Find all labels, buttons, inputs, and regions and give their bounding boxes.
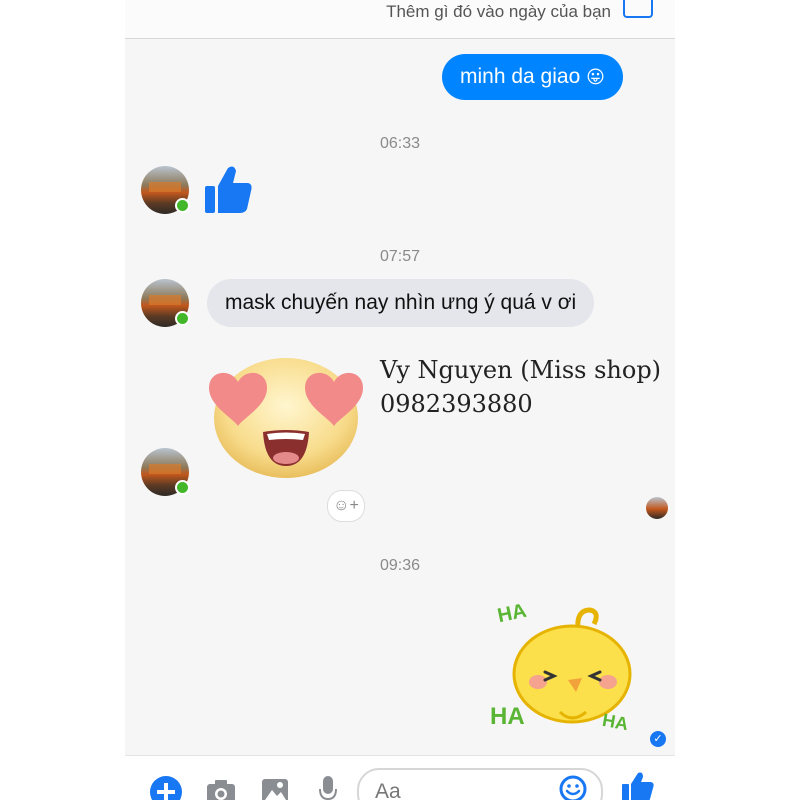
watermark-name: Vy Nguyen (Miss shop): [380, 356, 662, 384]
online-indicator: [175, 198, 190, 213]
online-indicator: [175, 480, 190, 495]
timestamp: 09:36: [379, 557, 421, 574]
emoji-plus-icon: ☺+: [333, 497, 359, 514]
watermark-phone: 0982393880: [380, 390, 533, 418]
avatar[interactable]: [141, 279, 190, 327]
sticker-ha-top: HA: [496, 600, 529, 628]
emoji-icon[interactable]: [559, 775, 587, 800]
avatar[interactable]: [141, 166, 190, 214]
status-prompt[interactable]: Thêm gì đó vào ngày của bạn: [386, 2, 611, 22]
message-input[interactable]: Aa: [357, 768, 603, 800]
outgoing-message-text: minh da giao: [460, 65, 581, 88]
laughing-chick-sticker[interactable]: HA HA HA: [490, 596, 640, 736]
microphone-icon[interactable]: [318, 775, 338, 800]
like-icon[interactable]: [621, 772, 655, 800]
sticker-ha-left: HA: [490, 703, 525, 730]
message-input-placeholder: Aa: [375, 780, 401, 800]
status-bar: Thêm gì đó vào ngày của bạn: [125, 0, 675, 39]
online-indicator: [175, 311, 190, 326]
chat-window: Thêm gì đó vào ngày của bạn minh da giao…: [125, 0, 675, 800]
camera-icon[interactable]: [206, 778, 236, 800]
heart-eyes-sticker[interactable]: [205, 348, 367, 480]
add-reaction-button[interactable]: ☺+: [327, 490, 365, 522]
timestamp: 06:33: [379, 135, 421, 152]
image-icon[interactable]: [261, 778, 289, 800]
avatar[interactable]: [141, 448, 190, 496]
add-status-icon[interactable]: [623, 0, 653, 18]
thumbs-up-icon[interactable]: [203, 164, 253, 216]
outgoing-message[interactable]: minh da giao 😛: [442, 54, 623, 100]
incoming-message[interactable]: mask chuyến nay nhìn ưng ý quá v ơi: [207, 279, 595, 327]
sticker-ha-right: HA: [601, 710, 630, 734]
tongue-emoji: 😛: [586, 67, 605, 87]
seen-avatar: [646, 497, 668, 519]
timestamp: 07:57: [379, 248, 421, 265]
add-icon[interactable]: [149, 775, 183, 800]
seen-check-icon: ✓: [650, 731, 666, 747]
